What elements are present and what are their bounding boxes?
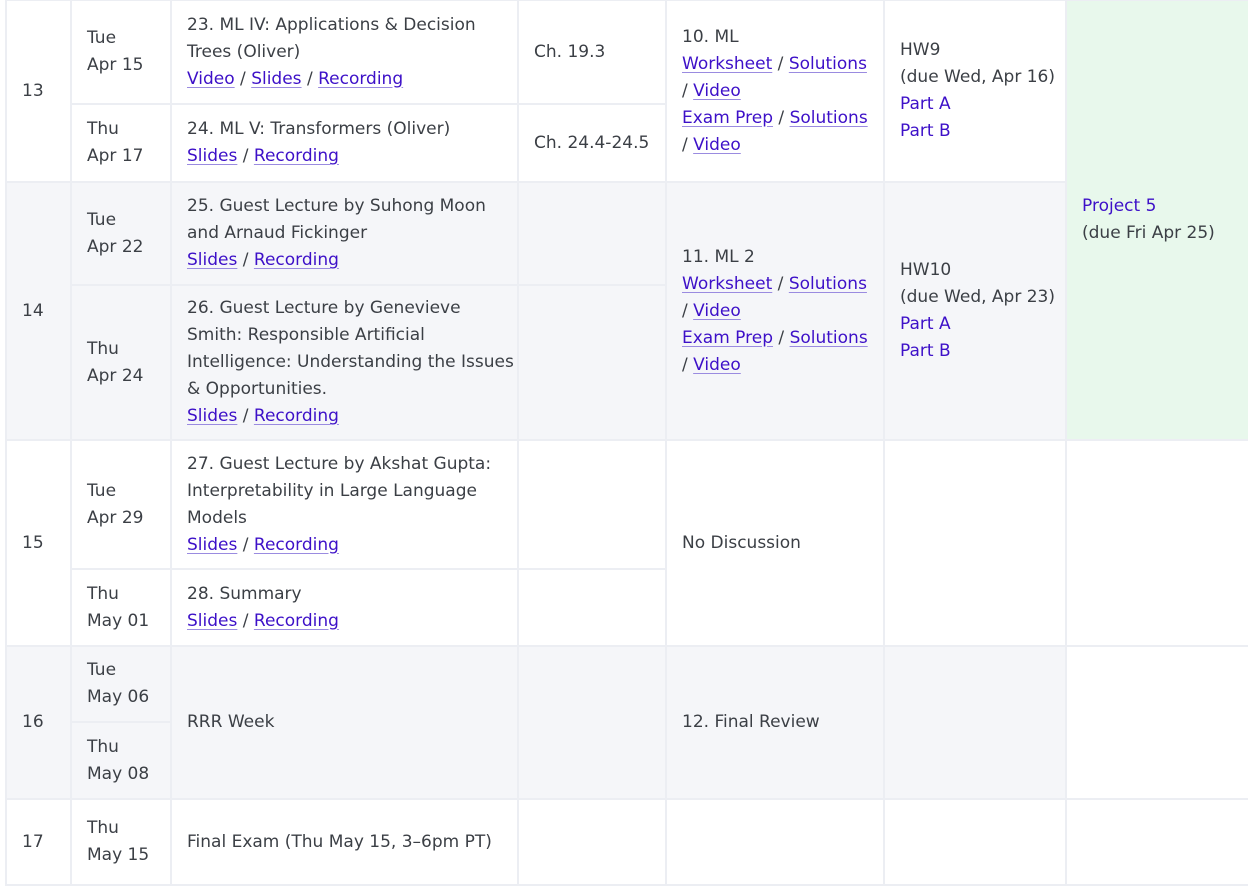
worksheet-link[interactable]: Worksheet — [682, 274, 772, 294]
slides-link[interactable]: Slides — [187, 611, 237, 631]
lecture-date: Thu May 01 — [70, 568, 172, 647]
lecture-date: Thu Apr 17 — [70, 103, 172, 183]
project-link[interactable]: Project 5 — [1082, 196, 1156, 216]
lecture-date: Tue May 06 — [70, 645, 172, 723]
reading — [517, 798, 667, 886]
week-number: 13 — [5, 0, 72, 183]
table-row: 16 Tue May 06 RRR Week 12. Final Review — [5, 645, 1248, 800]
week-number: 16 — [5, 645, 72, 800]
hw-part-a-link[interactable]: Part A — [900, 94, 951, 114]
reading — [517, 181, 667, 286]
homework — [883, 439, 1067, 647]
discussion: 10. ML Worksheet / Solutions / Video Exa… — [665, 0, 885, 183]
lecture-topic: Final Exam (Thu May 15, 3–6pm PT) — [170, 798, 519, 886]
lecture-topic: 23. ML IV: Applications & Decision Trees… — [170, 0, 519, 105]
lecture-date: Tue Apr 15 — [70, 0, 172, 105]
recording-link[interactable]: Recording — [254, 406, 339, 426]
table-row: 17 Thu May 15 Final Exam (Thu May 15, 3–6… — [5, 798, 1248, 886]
project — [1065, 439, 1248, 647]
recording-link[interactable]: Recording — [318, 69, 403, 89]
video-link[interactable]: Video — [693, 355, 741, 375]
homework: HW10 (due Wed, Apr 23) Part A Part B — [883, 181, 1067, 441]
reading — [517, 645, 667, 800]
solutions-link[interactable]: Solutions — [790, 328, 868, 348]
reading — [517, 568, 667, 647]
recording-link[interactable]: Recording — [254, 250, 339, 270]
exam-prep-link[interactable]: Exam Prep — [682, 328, 773, 348]
discussion: No Discussion — [665, 439, 885, 647]
lecture-topic: 24. ML V: Transformers (Oliver) Slides /… — [170, 103, 519, 183]
solutions-link[interactable]: Solutions — [790, 108, 868, 128]
lecture-date: Tue Apr 29 — [70, 439, 172, 570]
schedule-table: 13 Tue Apr 15 23. ML IV: Applications & D… — [5, 0, 1248, 886]
lecture-date: Thu May 08 — [70, 721, 172, 800]
reading: Ch. 24.4-24.5 — [517, 103, 667, 183]
hw-part-b-link[interactable]: Part B — [900, 121, 951, 141]
project: Project 5 (due Fri Apr 25) — [1065, 0, 1248, 441]
recording-link[interactable]: Recording — [254, 611, 339, 631]
slides-link[interactable]: Slides — [187, 406, 237, 426]
solutions-link[interactable]: Solutions — [789, 54, 867, 74]
reading — [517, 284, 667, 441]
table-row: 15 Tue Apr 29 27. Guest Lecture by Akshat… — [5, 439, 1248, 647]
reading — [517, 439, 667, 570]
lecture-date: Thu May 15 — [70, 798, 172, 886]
exam-prep-link[interactable]: Exam Prep — [682, 108, 773, 128]
video-link[interactable]: Video — [693, 81, 741, 101]
recording-link[interactable]: Recording — [254, 146, 339, 166]
video-link[interactable]: Video — [187, 69, 235, 89]
homework: HW9 (due Wed, Apr 16) Part A Part B — [883, 0, 1067, 183]
lecture-topic: 25. Guest Lecture by Suhong Moon and Arn… — [170, 181, 519, 286]
homework — [883, 645, 1067, 800]
lecture-topic: RRR Week — [170, 645, 519, 800]
discussion: 11. ML 2 Worksheet / Solutions / Video E… — [665, 181, 885, 441]
reading: Ch. 19.3 — [517, 0, 667, 105]
slides-link[interactable]: Slides — [187, 535, 237, 555]
slides-link[interactable]: Slides — [187, 146, 237, 166]
solutions-link[interactable]: Solutions — [789, 274, 867, 294]
discussion — [665, 798, 885, 886]
week-number: 14 — [5, 181, 72, 441]
recording-link[interactable]: Recording — [254, 535, 339, 555]
hw-part-a-link[interactable]: Part A — [900, 314, 951, 334]
project — [1065, 645, 1248, 800]
project — [1065, 798, 1248, 886]
lecture-date: Tue Apr 22 — [70, 181, 172, 286]
lecture-date: Thu Apr 24 — [70, 284, 172, 441]
discussion: 12. Final Review — [665, 645, 885, 800]
video-link[interactable]: Video — [693, 301, 741, 321]
homework — [883, 798, 1067, 886]
slides-link[interactable]: Slides — [187, 250, 237, 270]
worksheet-link[interactable]: Worksheet — [682, 54, 772, 74]
week-number: 17 — [5, 798, 72, 886]
slides-link[interactable]: Slides — [251, 69, 301, 89]
table-row: 13 Tue Apr 15 23. ML IV: Applications & D… — [5, 0, 1248, 441]
week-number: 15 — [5, 439, 72, 647]
table-row: 14 Tue Apr 22 25. Guest Lecture by Suhong… — [5, 181, 1248, 441]
lecture-topic: 27. Guest Lecture by Akshat Gupta: Inter… — [170, 439, 519, 570]
video-link[interactable]: Video — [693, 135, 741, 155]
hw-part-b-link[interactable]: Part B — [900, 341, 951, 361]
lecture-topic: 28. Summary Slides / Recording — [170, 568, 519, 647]
lecture-topic: 26. Guest Lecture by Genevieve Smith: Re… — [170, 284, 519, 441]
